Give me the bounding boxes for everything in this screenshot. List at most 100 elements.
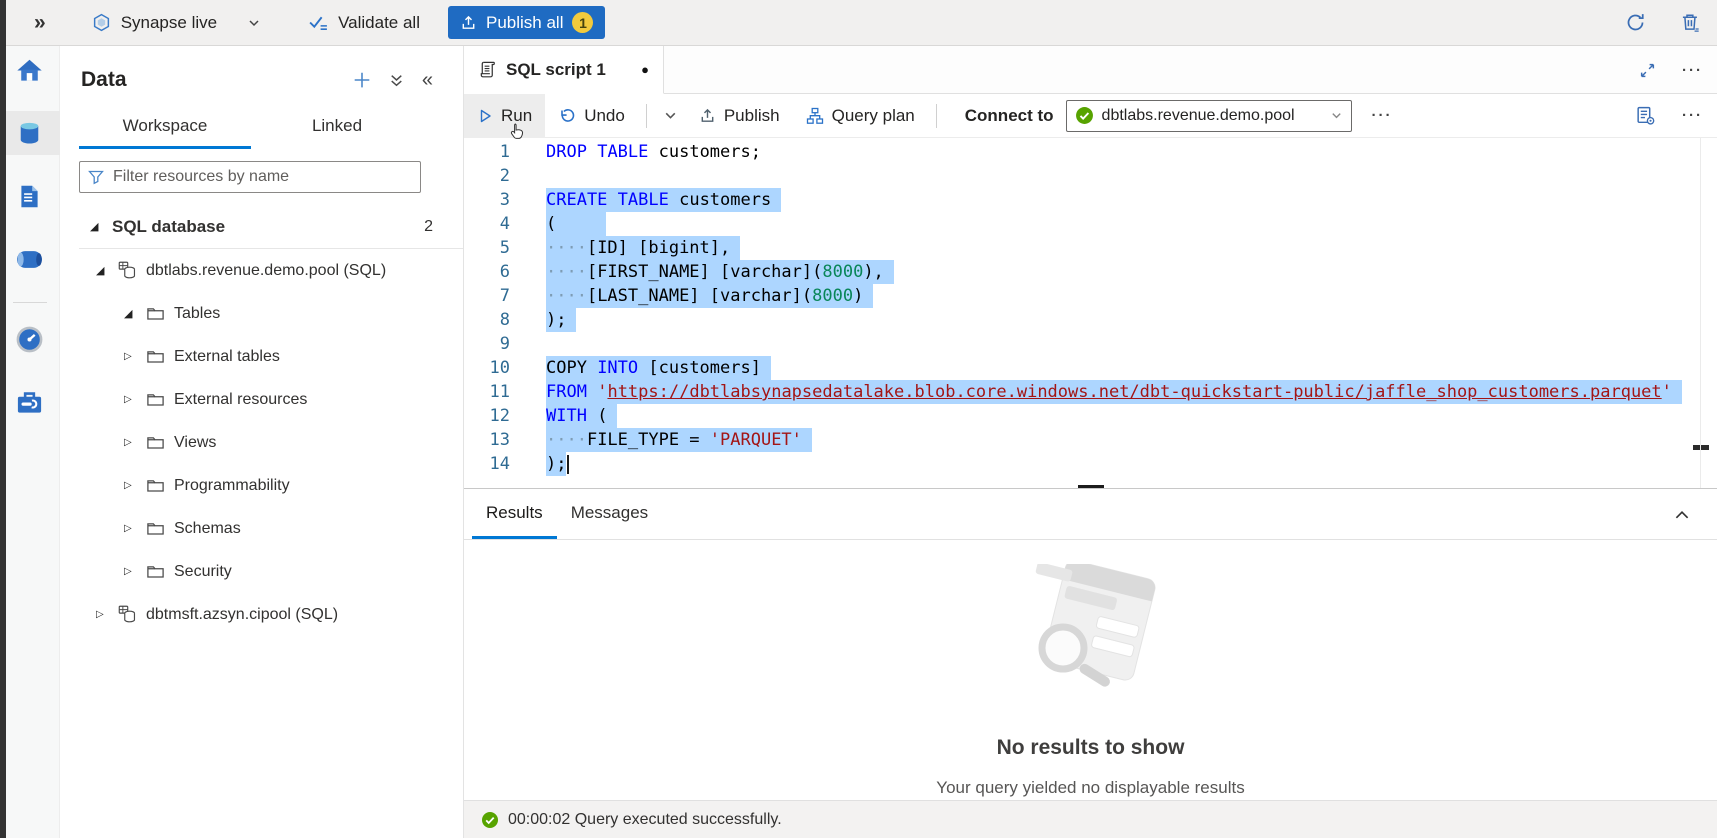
filter-input[interactable]: [113, 168, 412, 186]
discard-trash-icon[interactable]: [1680, 12, 1701, 33]
expand-icon[interactable]: ▷: [124, 566, 138, 577]
code-line-11[interactable]: 11FROM 'https://dbtlabsynapsedatalake.bl…: [464, 380, 1717, 404]
folder-icon: [146, 562, 165, 581]
sql-code-editor[interactable]: 1 DROP TABLE customers;23CREATE TABLE cus…: [464, 138, 1717, 489]
undo-button[interactable]: Undo: [545, 94, 638, 138]
selection-highlight: ····[LAST_NAME] [varchar](8000): [546, 284, 873, 308]
toolbar-right-more-icon[interactable]: ···: [1682, 107, 1703, 124]
line-content: (: [546, 212, 606, 236]
rail-item-integrate[interactable]: [0, 237, 60, 281]
publish-count-badge: 1: [572, 12, 593, 33]
validate-all-button[interactable]: Validate all: [299, 13, 420, 33]
script-properties-icon[interactable]: [1635, 105, 1656, 126]
expand-icon[interactable]: ▷: [124, 351, 138, 362]
code-line-4[interactable]: 4(: [464, 212, 1717, 236]
tree-item-label: External tables: [174, 348, 280, 366]
publish-button[interactable]: Publish: [686, 94, 793, 138]
rail-item-monitor[interactable]: [0, 317, 60, 361]
query-plan-icon: [806, 107, 824, 125]
selection-highlight: ····[FIRST_NAME] [varchar](8000),: [546, 260, 894, 284]
line-number: 5: [464, 236, 510, 260]
pool-select-dropdown[interactable]: dbtlabs.revenue.demo.pool: [1066, 100, 1352, 132]
line-content: ····[ID] [bigint],: [546, 236, 740, 260]
code-line-6[interactable]: 6····[FIRST_NAME] [varchar](8000),: [464, 260, 1717, 284]
expand-icon[interactable]: ▷: [124, 437, 138, 448]
expand-editor-icon[interactable]: [1639, 62, 1656, 79]
code-line-13[interactable]: 13····FILE_TYPE = 'PARQUET': [464, 428, 1717, 452]
tab-sql-script-1[interactable]: SQL script 1 ●: [464, 46, 664, 94]
tab-workspace[interactable]: Workspace: [79, 108, 251, 149]
tree-item-external-resources[interactable]: ▷ External resources: [60, 378, 463, 421]
publish-all-button[interactable]: Publish all 1: [448, 6, 606, 39]
tree-item-views[interactable]: ▷ Views: [60, 421, 463, 464]
expand-icon[interactable]: ▷: [124, 523, 138, 534]
tree-section-sql-database[interactable]: ◢ SQL database 2: [60, 205, 463, 248]
selection-highlight: );: [546, 452, 566, 476]
code-line-1[interactable]: 1 DROP TABLE customers;: [464, 140, 1717, 164]
tree-item-programmability[interactable]: ▷Programmability: [60, 464, 463, 507]
rail-item-data[interactable]: [0, 111, 60, 155]
tree-item-label: Schemas: [174, 520, 241, 538]
results-tab-bar: Results Messages: [464, 489, 1717, 540]
monitor-gauge-icon: [15, 325, 44, 354]
tree-item-label: dbtlabs.revenue.demo.pool (SQL): [146, 262, 386, 280]
expand-panel-icon[interactable]: »: [34, 11, 46, 35]
refresh-icon[interactable]: [1625, 12, 1646, 33]
selection-highlight: (: [546, 212, 606, 236]
toolbar-more-icon[interactable]: ···: [1372, 107, 1393, 124]
query-plan-button[interactable]: Query plan: [793, 94, 928, 138]
tree-item-dbtmsft-azsyn-cipool-sql[interactable]: ▷dbtmsft.azsyn.cipool (SQL): [60, 593, 463, 636]
add-resource-icon[interactable]: [353, 71, 371, 89]
tree-item-dbtlabs-revenue-demo-pool-sql[interactable]: ◢ dbtlabs.revenue.demo.pool (SQL): [60, 249, 463, 292]
panel-title: Data: [81, 68, 127, 92]
tab-more-icon[interactable]: ···: [1682, 62, 1703, 79]
rail-item-manage[interactable]: [0, 380, 60, 424]
collapse-panel-icon[interactable]: «: [422, 70, 433, 90]
code-line-5[interactable]: 5 ····[ID] [bigint],: [464, 236, 1717, 260]
code-line-2[interactable]: 2: [464, 164, 1717, 188]
line-content: WITH (: [546, 404, 617, 428]
selection-highlight: FROM 'https://dbtlabsynapsedatalake.blob…: [546, 380, 1682, 404]
collapse-all-icon[interactable]: [388, 72, 405, 89]
tree-item-external-tables[interactable]: ▷ External tables: [60, 335, 463, 378]
document-tab-strip: SQL script 1 ● ···: [464, 46, 1717, 94]
rail-item-develop[interactable]: [0, 174, 60, 218]
line-number: 9: [464, 332, 510, 356]
tree-item-schemas[interactable]: ▷ Schemas: [60, 507, 463, 550]
rail-divider: [13, 302, 47, 303]
collapse-icon[interactable]: ◢: [124, 307, 138, 320]
line-number: 12: [464, 404, 510, 428]
code-line-12[interactable]: 12 WITH (: [464, 404, 1717, 428]
expand-icon[interactable]: ▷: [96, 609, 110, 620]
expand-icon[interactable]: ▷: [124, 480, 138, 491]
undo-label: Undo: [584, 106, 625, 126]
code-line-9[interactable]: 9: [464, 332, 1717, 356]
scrollbar-cursor-marker[interactable]: [1693, 445, 1709, 450]
run-options-chevron[interactable]: [655, 94, 686, 138]
filter-funnel-icon: [88, 169, 104, 185]
code-line-10[interactable]: 10COPY INTO [customers]: [464, 356, 1717, 380]
tree-item-label: Views: [174, 434, 216, 452]
tab-messages[interactable]: Messages: [557, 489, 662, 539]
undo-icon: [558, 107, 576, 125]
collapse-icon[interactable]: ◢: [96, 264, 110, 277]
tab-results[interactable]: Results: [472, 489, 557, 539]
rail-item-home[interactable]: [0, 48, 60, 92]
tree-item-security[interactable]: ▷Security: [60, 550, 463, 593]
code-line-3[interactable]: 3CREATE TABLE customers: [464, 188, 1717, 212]
code-line-7[interactable]: 7····[LAST_NAME] [varchar](8000): [464, 284, 1717, 308]
collapse-icon[interactable]: ◢: [90, 220, 104, 233]
expand-icon[interactable]: ▷: [124, 394, 138, 405]
code-line-14[interactable]: 14);: [464, 452, 1717, 476]
run-button[interactable]: Run: [464, 94, 545, 138]
code-line-8[interactable]: 8);: [464, 308, 1717, 332]
synapse-live-dropdown[interactable]: Synapse live: [92, 13, 261, 33]
collapse-results-chevron-icon[interactable]: [1673, 489, 1691, 540]
tree-item-tables[interactable]: ◢Tables: [60, 292, 463, 335]
line-number: 1: [464, 140, 510, 164]
data-panel: Data « Workspace Linked ◢: [60, 46, 464, 838]
tree-item-label: External resources: [174, 391, 307, 409]
tab-linked[interactable]: Linked: [251, 108, 423, 149]
selection-highlight: CREATE TABLE customers: [546, 188, 781, 212]
line-content: DROP TABLE customers;: [546, 140, 761, 164]
